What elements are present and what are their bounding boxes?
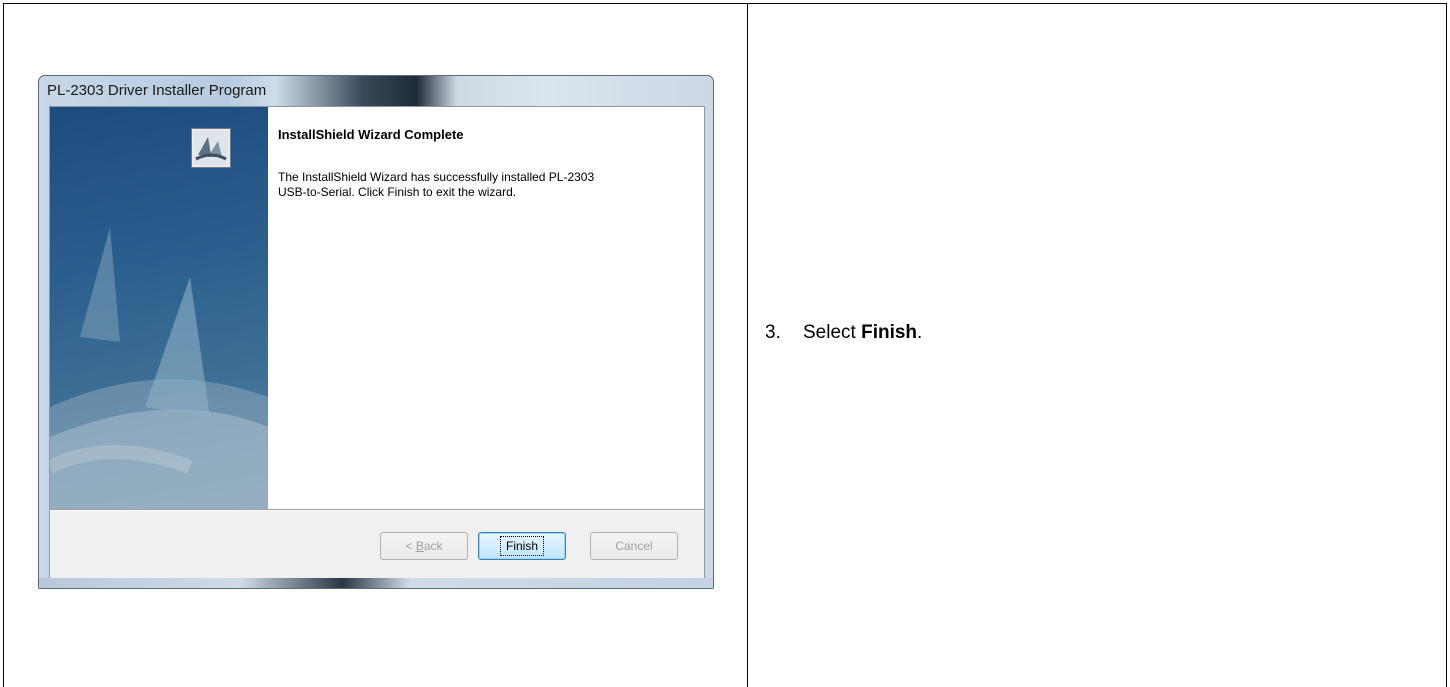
cancel-button[interactable]: Cancel [590, 532, 678, 560]
window-bottom-frame [39, 578, 713, 588]
instruction-prefix: Select [803, 322, 862, 343]
back-button[interactable]: < Back [380, 532, 468, 560]
wizard-side-art [50, 107, 268, 509]
document-table: PL-2303 Driver Installer Program Install… [0, 0, 1450, 687]
wizard-client-area: InstallShield Wizard Complete The Instal… [49, 106, 705, 580]
window-titlebar[interactable]: PL-2303 Driver Installer Program [39, 76, 713, 106]
button-separator [50, 509, 704, 511]
wizard-content-panel: InstallShield Wizard Complete The Instal… [268, 107, 704, 509]
instruction-bold-word: Finish [861, 322, 918, 343]
instruction-step: 3. Select Finish. [765, 322, 922, 344]
installshield-logo-icon [191, 128, 231, 168]
step-number: 3. [765, 322, 781, 343]
wizard-heading: InstallShield Wizard Complete [278, 127, 464, 142]
finish-button[interactable]: Finish [478, 532, 566, 560]
window-title: PL-2303 Driver Installer Program [47, 82, 267, 99]
installer-window: PL-2303 Driver Installer Program Install… [38, 75, 714, 589]
sail-art-icon [50, 227, 268, 509]
instruction-suffix: . [917, 322, 923, 343]
wizard-message: The InstallShield Wizard has successfull… [278, 170, 595, 199]
table-cell-instruction: 3. Select Finish. [747, 3, 1447, 687]
table-cell-screenshot: PL-2303 Driver Installer Program Install… [3, 3, 748, 687]
